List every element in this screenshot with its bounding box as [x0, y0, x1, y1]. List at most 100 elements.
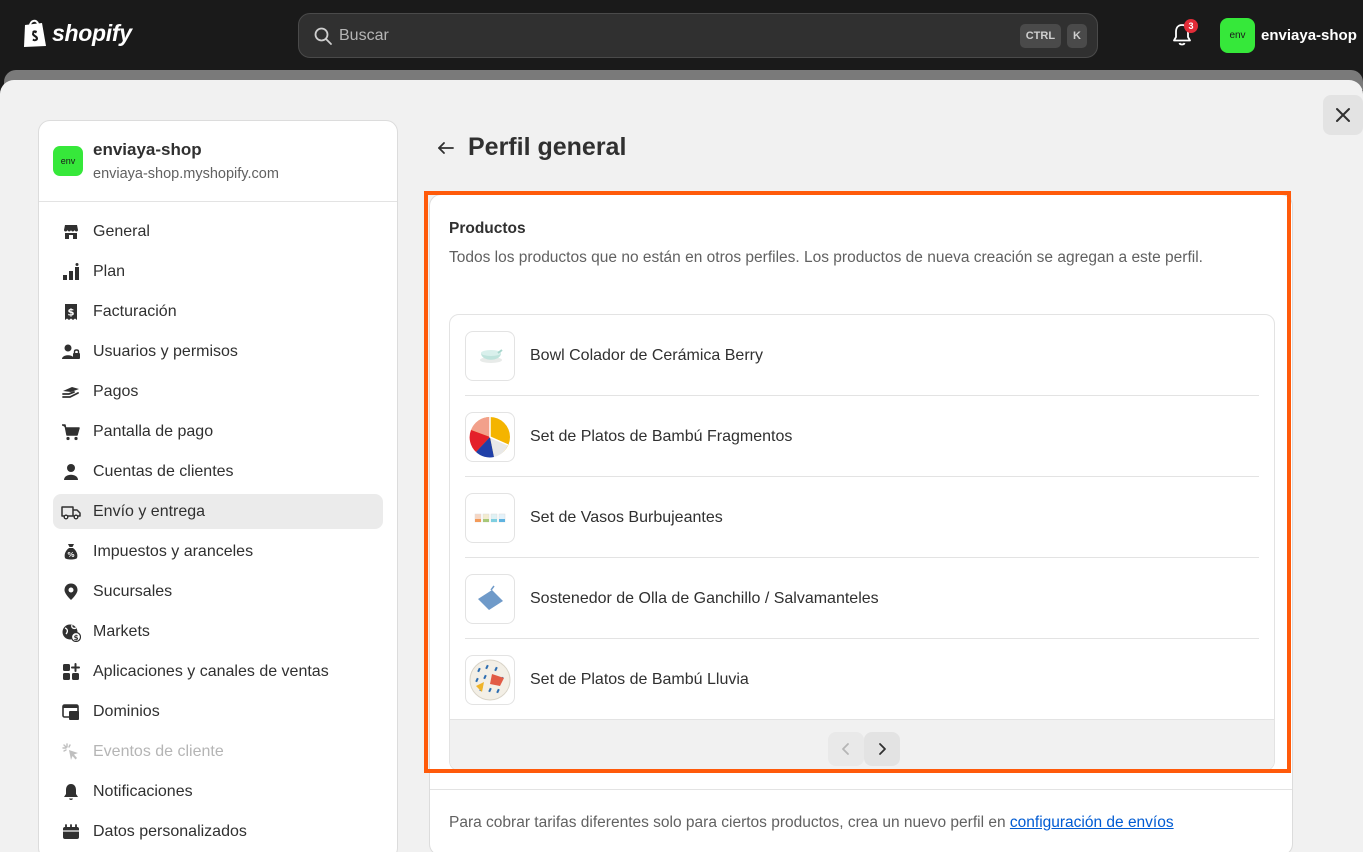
sidebar-item-label: Dominios [93, 702, 160, 720]
shortcut-key-k: K [1067, 23, 1087, 48]
settings-sidebar: env enviaya-shop enviaya-shop.myshopify.… [38, 120, 398, 852]
next-page-button[interactable] [864, 732, 900, 766]
domains-icon [62, 703, 79, 720]
sidebar-item-label: Usuarios y permisos [93, 342, 238, 360]
sidebar-store-name: enviaya-shop [93, 140, 202, 159]
svg-text:%: % [67, 551, 74, 559]
store-menu[interactable]: env enviaya-shop [1220, 18, 1357, 53]
product-name: Set de Platos de Bambú Lluvia [530, 670, 749, 688]
top-bar: shopify Buscar CTRL K 3 env enviaya-shop [0, 0, 1363, 70]
shortcut-key-ctrl: CTRL [1019, 23, 1062, 48]
sidebar-item-notifications[interactable]: Notificaciones [53, 774, 383, 809]
sidebar-item-users[interactable]: Usuarios y permisos [53, 334, 383, 369]
product-name: Set de Vasos Burbujeantes [530, 508, 723, 526]
sidebar-item-label: Facturación [93, 302, 177, 320]
bell-icon [64, 783, 78, 800]
close-icon [1336, 108, 1350, 122]
sidebar-nav: General Plan $ Facturación Usuarios y pe… [39, 202, 397, 849]
location-pin-icon [64, 583, 78, 600]
close-button[interactable] [1323, 95, 1363, 135]
sidebar-store-header: env enviaya-shop enviaya-shop.myshopify.… [39, 121, 397, 202]
product-name: Bowl Colador de Cerámica Berry [530, 346, 763, 364]
products-card-description: Todos los productos que no están en otro… [449, 249, 1203, 266]
cart-icon [62, 423, 80, 440]
footer-note: Para cobrar tarifas diferentes solo para… [449, 814, 1174, 832]
store-icon [64, 224, 78, 239]
back-arrow-icon[interactable] [436, 138, 456, 158]
plates-rain-thumbnail [465, 654, 515, 705]
card-divider [430, 789, 1292, 790]
product-row[interactable]: Bowl Colador de Cerámica Berry [465, 315, 1259, 396]
cursor-click-icon [62, 742, 78, 760]
sidebar-item-label: Impuestos y aranceles [93, 542, 254, 560]
glasses-thumbnail [465, 492, 515, 543]
sidebar-item-label: Sucursales [93, 582, 173, 600]
sidebar-item-markets[interactable]: $ Markets [53, 614, 383, 649]
sidebar-item-apps[interactable]: Aplicaciones y canales de ventas [53, 654, 383, 689]
search-icon [314, 27, 332, 45]
person-icon [64, 463, 78, 480]
sidebar-item-shipping[interactable]: Envío y entrega [53, 494, 383, 529]
custom-data-icon [63, 823, 79, 839]
sidebar-item-billing[interactable]: $ Facturación [53, 294, 383, 329]
product-row[interactable]: Set de Vasos Burbujeantes [465, 477, 1259, 558]
shipping-settings-link[interactable]: configuración de envíos [1010, 814, 1174, 831]
footer-note-text: Para cobrar tarifas diferentes solo para… [449, 814, 1010, 831]
store-name: enviaya-shop [1261, 27, 1357, 44]
previous-page-button[interactable] [828, 732, 864, 766]
apps-icon [63, 662, 80, 680]
truck-icon [61, 505, 81, 519]
shopify-logo[interactable]: shopify [22, 18, 132, 48]
store-avatar: env [1220, 18, 1255, 53]
sidebar-item-label: Plan [93, 262, 126, 280]
sidebar-item-domains[interactable]: Dominios [53, 694, 383, 729]
product-name: Set de Platos de Bambú Fragmentos [530, 427, 793, 445]
sidebar-item-label: Eventos de cliente [93, 742, 224, 760]
sidebar-item-label: Aplicaciones y canales de ventas [93, 662, 329, 680]
product-row[interactable]: Set de Platos de Bambú Lluvia [465, 639, 1259, 720]
sidebar-item-customer-accounts[interactable]: Cuentas de clientes [53, 454, 383, 489]
plates-fragments-thumbnail [465, 411, 515, 462]
product-list: Bowl Colador de Cerámica Berry Set de Pl… [449, 314, 1275, 771]
sidebar-item-locations[interactable]: Sucursales [53, 574, 383, 609]
users-lock-icon [62, 344, 80, 359]
tax-bag-icon: % [64, 543, 78, 559]
svg-text:$: $ [68, 307, 75, 318]
receipt-dollar-icon: $ [65, 303, 77, 320]
sidebar-item-customer-events: Eventos de cliente [53, 734, 383, 769]
sidebar-store-avatar: env [53, 146, 83, 176]
sidebar-item-plan[interactable]: Plan [53, 254, 383, 289]
sidebar-item-label: Datos personalizados [93, 822, 247, 840]
sidebar-item-taxes[interactable]: % Impuestos y aranceles [53, 534, 383, 569]
globe-dollar-icon: $ [62, 624, 81, 642]
sidebar-item-label: Envío y entrega [93, 502, 206, 520]
sidebar-item-checkout[interactable]: Pantalla de pago [53, 414, 383, 449]
plan-icon [63, 262, 79, 280]
chevron-left-icon [842, 743, 849, 755]
hand-payment-icon [62, 386, 79, 398]
notification-count-badge: 3 [1184, 19, 1198, 33]
shopify-wordmark: shopify [52, 19, 132, 46]
sidebar-item-label: Pagos [93, 382, 139, 400]
sidebar-item-custom-data[interactable]: Datos personalizados [53, 814, 383, 849]
svg-text:$: $ [74, 633, 79, 641]
product-row[interactable]: Sostenedor de Olla de Ganchillo / Salvam… [465, 558, 1259, 639]
product-name: Sostenedor de Olla de Ganchillo / Salvam… [530, 589, 879, 607]
sidebar-item-label: Cuentas de clientes [93, 462, 234, 480]
sidebar-item-payments[interactable]: Pagos [53, 374, 383, 409]
products-card-title: Productos [449, 220, 526, 237]
page-title: Perfil general [468, 133, 627, 161]
bowl-thumbnail [465, 330, 515, 381]
sidebar-item-label: Pantalla de pago [93, 422, 214, 440]
search-bar[interactable]: Buscar CTRL K [298, 13, 1098, 58]
page-header: Perfil general [436, 133, 626, 162]
pagination [450, 719, 1274, 770]
search-placeholder: Buscar [339, 26, 389, 44]
pot-holder-thumbnail [465, 573, 515, 624]
sidebar-item-general[interactable]: General [53, 214, 383, 249]
sidebar-item-label: Markets [93, 622, 150, 640]
sidebar-store-domain: enviaya-shop.myshopify.com [93, 166, 279, 182]
shopify-bag-icon [24, 19, 46, 47]
sidebar-item-label: General [93, 222, 150, 240]
product-row[interactable]: Set de Platos de Bambú Fragmentos [465, 396, 1259, 477]
